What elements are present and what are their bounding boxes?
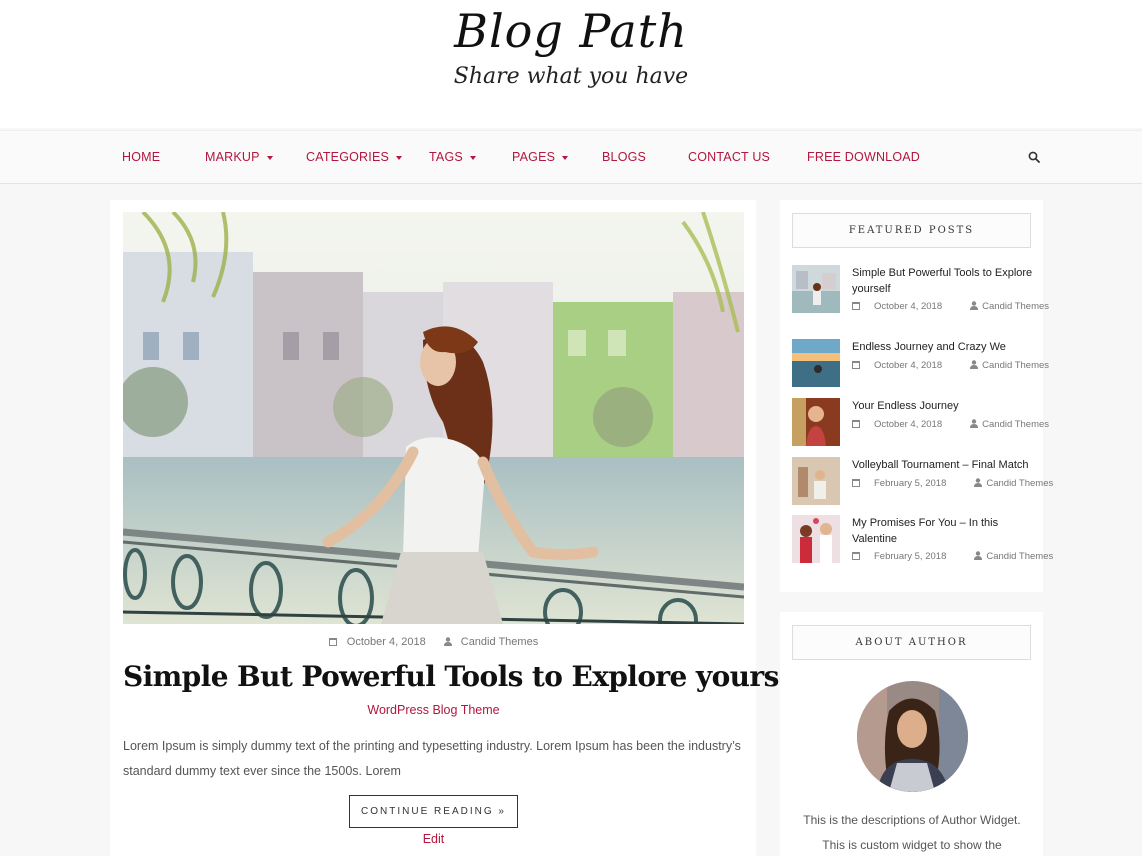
featured-post-date[interactable]: October 4, 2018 bbox=[874, 419, 942, 430]
calendar-icon bbox=[852, 479, 860, 487]
thumbnail-image bbox=[792, 457, 840, 505]
featured-post-title[interactable]: Simple But Powerful Tools to Explore you… bbox=[852, 265, 1034, 297]
featured-post-item[interactable]: My Promises For You – In this Valentine … bbox=[792, 515, 1053, 565]
nav-label: FREE DOWNLOAD bbox=[807, 150, 921, 164]
featured-post-author[interactable]: Candid Themes bbox=[982, 419, 1049, 430]
chevron-down-icon bbox=[469, 155, 476, 160]
chevron-down-icon bbox=[266, 155, 273, 160]
featured-post-item[interactable]: Volleyball Tournament – Final Match Febr… bbox=[792, 457, 1053, 507]
featured-posts-title: FEATURED POSTS bbox=[792, 213, 1031, 248]
user-icon bbox=[970, 419, 979, 428]
featured-post-item[interactable]: Endless Journey and Crazy We October 4, … bbox=[792, 339, 1049, 389]
nav-item-tags[interactable]: TAGS bbox=[429, 150, 476, 164]
featured-post-meta: October 4, 2018 Candid Themes bbox=[852, 419, 1077, 430]
continue-reading-button[interactable]: CONTINUE READING » bbox=[349, 795, 518, 828]
nav-item-home[interactable]: HOME bbox=[122, 150, 160, 164]
featured-post-title[interactable]: Your Endless Journey bbox=[852, 398, 1034, 414]
nav-item-contact-us[interactable]: CONTACT US bbox=[688, 150, 770, 164]
post-featured-image[interactable] bbox=[123, 212, 744, 624]
site-title[interactable]: Blog Path bbox=[0, 4, 1142, 58]
featured-post-author[interactable]: Candid Themes bbox=[986, 551, 1053, 562]
nav-item-categories[interactable]: CATEGORIES bbox=[306, 150, 403, 164]
calendar-icon bbox=[328, 638, 337, 646]
featured-post-title[interactable]: Endless Journey and Crazy We bbox=[852, 339, 1034, 355]
featured-post-date[interactable]: February 5, 2018 bbox=[874, 478, 946, 489]
edit-link[interactable]: Edit bbox=[123, 832, 744, 846]
featured-post-author[interactable]: Candid Themes bbox=[982, 360, 1049, 371]
site-tagline: Share what you have bbox=[453, 64, 689, 89]
post-author[interactable]: Candid Themes bbox=[443, 636, 543, 648]
user-icon bbox=[970, 360, 979, 369]
calendar-icon bbox=[852, 361, 860, 369]
nav-label: MARKUP bbox=[205, 150, 260, 164]
featured-post-author[interactable]: Candid Themes bbox=[986, 478, 1053, 489]
featured-post-meta: October 4, 2018 Candid Themes bbox=[852, 301, 1077, 312]
nav-label: CONTACT US bbox=[688, 150, 771, 164]
featured-post-thumbnail[interactable] bbox=[792, 457, 840, 505]
nav-label: BLOGS bbox=[602, 150, 647, 164]
about-author-title: ABOUT AUTHOR bbox=[792, 625, 1031, 660]
nav-item-blogs[interactable]: BLOGS bbox=[602, 150, 646, 164]
featured-post-thumbnail[interactable] bbox=[792, 398, 840, 446]
nav-item-markup[interactable]: MARKUP bbox=[205, 150, 273, 164]
chevron-down-icon bbox=[562, 155, 569, 160]
nav-label: TAGS bbox=[429, 150, 463, 164]
featured-post-thumbnail[interactable] bbox=[792, 339, 840, 387]
nav-item-pages[interactable]: PAGES bbox=[512, 150, 569, 164]
featured-post-meta: February 5, 2018 Candid Themes bbox=[852, 551, 1081, 562]
post-date[interactable]: October 4, 2018 bbox=[324, 636, 431, 648]
calendar-icon bbox=[852, 302, 860, 310]
nav-label: HOME bbox=[122, 150, 161, 164]
post-author-text: Candid Themes bbox=[460, 636, 539, 648]
woman-by-lake-image bbox=[123, 212, 744, 624]
featured-post-meta: February 5, 2018 Candid Themes bbox=[852, 478, 1081, 489]
search-icon[interactable] bbox=[1028, 151, 1040, 163]
featured-post-author[interactable]: Candid Themes bbox=[982, 301, 1049, 312]
chevron-down-icon bbox=[396, 155, 403, 160]
user-icon bbox=[974, 551, 983, 560]
featured-post-thumbnail[interactable] bbox=[792, 265, 840, 313]
featured-post-date[interactable]: October 4, 2018 bbox=[874, 301, 942, 312]
post-excerpt: Lorem Ipsum is simply dummy text of the … bbox=[123, 739, 741, 778]
user-icon bbox=[970, 301, 979, 310]
thumbnail-image bbox=[792, 339, 840, 387]
post-date-text: October 4, 2018 bbox=[346, 636, 426, 648]
author-avatar[interactable] bbox=[857, 681, 968, 792]
featured-post-item[interactable]: Simple But Powerful Tools to Explore you… bbox=[792, 265, 1049, 315]
nav-label: CATEGORIES bbox=[306, 150, 390, 164]
nav-label: PAGES bbox=[512, 150, 556, 164]
author-photo-image bbox=[857, 681, 968, 792]
nav-item-free-download[interactable]: FREE DOWNLOAD bbox=[807, 150, 920, 164]
thumbnail-image bbox=[792, 515, 840, 563]
featured-post-meta: October 4, 2018 Candid Themes bbox=[852, 360, 1077, 371]
user-icon bbox=[974, 478, 983, 487]
featured-post-item[interactable]: Your Endless Journey October 4, 2018 Cand… bbox=[792, 398, 1049, 448]
featured-post-thumbnail[interactable] bbox=[792, 515, 840, 563]
featured-post-date[interactable]: February 5, 2018 bbox=[874, 551, 946, 562]
thumbnail-image bbox=[792, 398, 840, 446]
user-icon bbox=[443, 637, 452, 646]
main-navigation bbox=[0, 130, 1142, 184]
featured-post-date[interactable]: October 4, 2018 bbox=[874, 360, 942, 371]
author-description: This is the descriptions of Author Widge… bbox=[803, 813, 1021, 852]
site-header: Blog Path Share what you have bbox=[0, 0, 1142, 128]
post-meta: October 4, 2018 Candid Themes bbox=[123, 636, 744, 648]
post-title[interactable]: Simple But Powerful Tools to Explore you… bbox=[123, 660, 818, 693]
featured-post-title[interactable]: Volleyball Tournament – Final Match bbox=[852, 457, 1034, 473]
calendar-icon bbox=[852, 420, 860, 428]
thumbnail-image bbox=[792, 265, 840, 313]
calendar-icon bbox=[852, 552, 860, 560]
featured-post-title[interactable]: My Promises For You – In this Valentine bbox=[852, 515, 1034, 547]
post-category-link[interactable]: WordPress Blog Theme bbox=[123, 703, 744, 717]
